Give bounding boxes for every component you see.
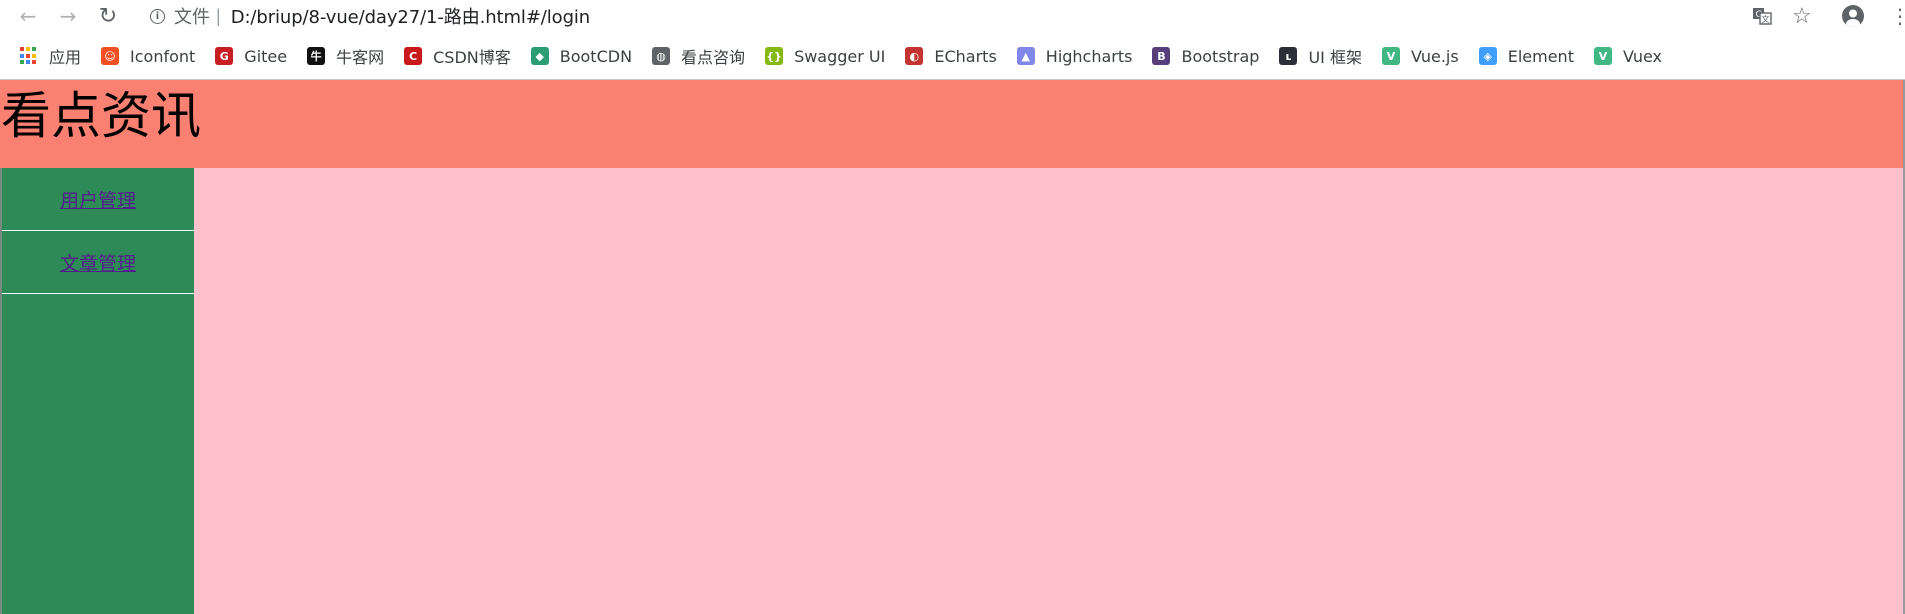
- page-content: 看点资讯 用户管理 文章管理: [0, 80, 1905, 614]
- bm-swagger[interactable]: {} Swagger UI: [765, 41, 885, 71]
- bm-kandian[interactable]: ◍ 看点咨询: [652, 41, 745, 71]
- main-content-area: [194, 168, 1903, 614]
- url-scheme-label: 文件: [174, 7, 210, 28]
- svg-text:文: 文: [1762, 14, 1770, 24]
- bm-element[interactable]: ◈ Element: [1478, 41, 1574, 71]
- bookmarks-bar: 应用 ☺ Iconfont G Gitee 牛牛客网 C CSDN博客 ◆ BootCDN ◍ 看点咨…: [0, 38, 1905, 74]
- site-info-icon[interactable]: i: [150, 8, 165, 24]
- back-button[interactable]: ←: [12, 2, 44, 30]
- csdn-icon: C: [404, 47, 423, 65]
- element-icon: ◈: [1478, 47, 1497, 65]
- address-bar: ← → ↻ i 文件 | D:/briup/8-vue/day27/1-路由.h…: [0, 0, 1905, 32]
- sidebar-item-users: 用户管理: [2, 168, 194, 231]
- reload-icon: ↻: [98, 3, 118, 29]
- bootcdn-icon: ◆: [530, 47, 549, 65]
- bookmark-label: UI 框架: [1308, 48, 1362, 67]
- arrow-left-icon: ←: [19, 4, 37, 28]
- ui-framework-icon: ʟ: [1279, 47, 1298, 65]
- reload-button[interactable]: ↻: [92, 2, 124, 30]
- site-header: 看点资讯: [0, 80, 1905, 168]
- bm-vuejs[interactable]: V Vue.js: [1382, 41, 1459, 71]
- sidebar: 用户管理 文章管理: [2, 168, 194, 614]
- bookmark-label: Highcharts: [1045, 46, 1133, 66]
- bm-nowcoder[interactable]: 牛牛客网: [307, 41, 384, 71]
- bookmark-label: 牛客网: [336, 48, 385, 67]
- bookmark-label: BootCDN: [559, 46, 633, 66]
- arrow-right-icon: →: [59, 4, 77, 28]
- nowcoder-icon: 牛: [307, 47, 326, 65]
- bookmark-label: Iconfont: [130, 46, 196, 66]
- globe-icon: ◍: [652, 47, 671, 65]
- bookmark-label: CSDN博客: [433, 48, 511, 67]
- bookmark-label: Vuex: [1622, 46, 1662, 66]
- user-management-link[interactable]: 用户管理: [60, 186, 136, 213]
- bm-gitee[interactable]: G Gitee: [215, 41, 287, 71]
- iconfont-icon: ☺: [101, 47, 120, 65]
- bm-apps[interactable]: 应用: [20, 41, 81, 71]
- translate-icon[interactable]: G 文: [1752, 0, 1776, 32]
- bm-ui[interactable]: ʟ UI 框架: [1279, 41, 1362, 71]
- bm-csdn[interactable]: C CSDN博客: [404, 41, 511, 71]
- bookmark-label: 应用: [49, 48, 82, 67]
- page-title: 看点资讯: [1, 87, 201, 145]
- url-separator: |: [216, 5, 221, 26]
- vuex-icon: V: [1593, 47, 1612, 65]
- echarts-icon: ◐: [905, 47, 924, 65]
- profile-avatar-icon[interactable]: [1842, 5, 1864, 27]
- forward-button[interactable]: →: [52, 2, 84, 30]
- sidebar-item-articles: 文章管理: [2, 231, 194, 294]
- more-menu-icon[interactable]: ⋮: [1890, 0, 1905, 32]
- swagger-icon: {}: [765, 47, 784, 65]
- bm-echarts[interactable]: ◐ ECharts: [905, 41, 997, 71]
- bookmark-label: Swagger UI: [794, 46, 886, 66]
- bookmark-label: Bootstrap: [1181, 46, 1260, 66]
- bootstrap-icon: B: [1152, 47, 1171, 65]
- vue-icon: V: [1382, 47, 1400, 65]
- bm-bootstrap[interactable]: B Bootstrap: [1152, 41, 1259, 71]
- apps-grid-icon: [20, 47, 38, 65]
- bm-iconfont[interactable]: ☺ Iconfont: [101, 41, 195, 71]
- bm-bootcdn[interactable]: ◆ BootCDN: [530, 41, 633, 71]
- bookmark-label: 看点咨询: [681, 48, 746, 67]
- gitee-icon: G: [215, 47, 234, 65]
- bookmark-star-icon[interactable]: ☆: [1792, 0, 1812, 32]
- article-management-link[interactable]: 文章管理: [60, 249, 136, 276]
- bm-highcharts[interactable]: ▲ Highcharts: [1016, 41, 1133, 71]
- bookmark-label: Gitee: [244, 46, 288, 66]
- url-input[interactable]: D:/briup/8-vue/day27/1-路由.html#/login: [231, 3, 591, 29]
- bookmark-label: ECharts: [934, 46, 997, 66]
- bookmark-label: Element: [1507, 46, 1574, 66]
- highcharts-icon: ▲: [1016, 47, 1035, 65]
- bm-vuex[interactable]: V Vuex: [1593, 41, 1662, 71]
- bookmark-label: Vue.js: [1411, 46, 1459, 66]
